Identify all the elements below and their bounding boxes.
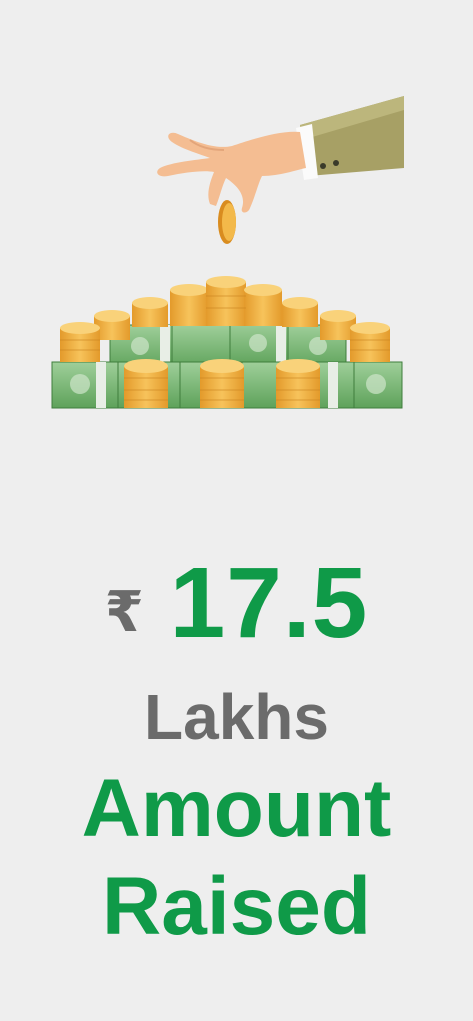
rupee-symbol: ₹: [104, 579, 144, 645]
caption-line-1: Amount: [81, 763, 392, 854]
caption-line-2: Raised: [102, 861, 371, 952]
amount-raised-figure: ₹ 17.5: [0, 546, 473, 659]
amount-unit: Lakhs: [144, 681, 329, 753]
hand-icon: [157, 96, 404, 244]
amount-value: 17.5: [169, 546, 369, 659]
money-pile-illustration: [51, 96, 404, 409]
stat-caption: Amount Raised: [0, 760, 473, 956]
fundraising-stat-card: ₹ 17.5 Lakhs Amount Raised: [0, 0, 473, 1021]
